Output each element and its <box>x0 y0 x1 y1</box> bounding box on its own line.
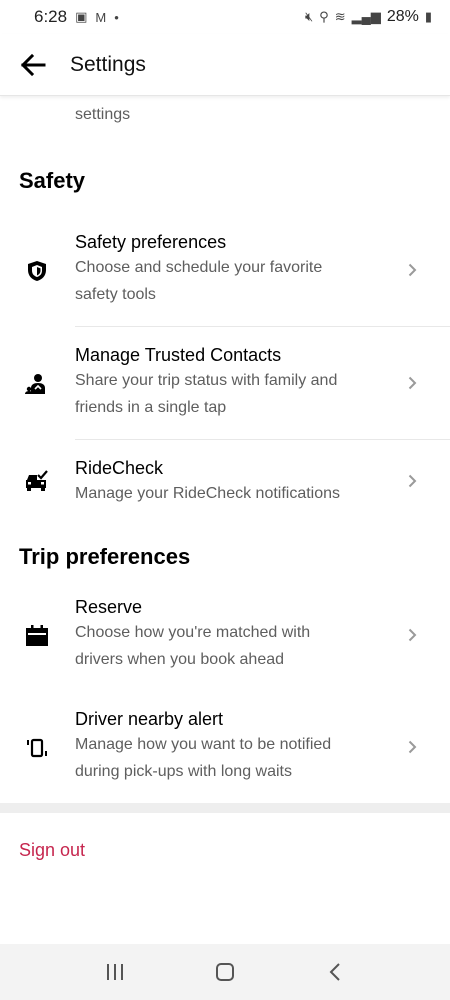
row-title: Reserve <box>75 597 143 617</box>
row-description: safety tools <box>75 286 156 303</box>
home-button[interactable] <box>205 952 245 992</box>
row-title: Driver nearby alert <box>75 709 224 729</box>
row-description: Choose how you're matched with <box>75 624 311 641</box>
gallery-notification-icon: ▣ <box>75 9 88 24</box>
chevron-right-icon <box>406 375 418 391</box>
battery-icon: ▮ <box>424 9 432 24</box>
signal-icon: ▂▄▆ <box>351 9 381 24</box>
chevron-right-icon <box>406 262 418 278</box>
row-description: drivers when you book ahead <box>75 651 285 668</box>
location-icon: ⚲ <box>319 9 329 24</box>
contacts-icon <box>24 371 50 397</box>
row-divider <box>75 439 450 440</box>
back-arrow-icon <box>20 53 46 76</box>
row-description: Manage your RideCheck notifications <box>75 485 341 502</box>
page-title: Settings <box>70 52 146 76</box>
row-ridecheck[interactable]: RideCheck Manage your RideCheck notifica… <box>0 456 450 516</box>
home-icon <box>216 963 234 981</box>
row-description: Choose and schedule your favorite <box>75 259 323 276</box>
status-time: 6:28 <box>34 7 68 26</box>
phone-alert-icon <box>24 735 50 761</box>
chevron-right-icon <box>406 473 418 489</box>
battery-percent: 28% <box>386 8 419 25</box>
back-nav-button[interactable] <box>315 952 355 992</box>
row-description: during pick-ups with long waits <box>75 763 292 780</box>
row-driver-nearby-alert[interactable]: Driver nearby alert Manage how you want … <box>0 707 450 805</box>
row-description: friends in a single tap <box>75 399 227 416</box>
car-check-icon <box>24 468 50 494</box>
dot-notification-icon: • <box>114 9 119 25</box>
section-title-trip-preferences: Trip preferences <box>19 544 191 569</box>
row-manage-trusted-contacts[interactable]: Manage Trusted Contacts Share your trip … <box>0 343 450 441</box>
app-header: Settings <box>0 34 450 96</box>
gmail-notification-icon: M <box>95 9 107 25</box>
row-title: RideCheck <box>75 458 164 478</box>
row-divider <box>75 326 450 327</box>
row-reserve[interactable]: Reserve Choose how you're matched with d… <box>0 595 450 693</box>
section-title-safety: Safety <box>19 168 86 193</box>
mute-icon: 🔇︎ <box>304 9 314 24</box>
back-chevron-icon <box>329 963 340 981</box>
calendar-icon <box>24 623 50 649</box>
back-arrow-button[interactable] <box>18 50 48 80</box>
chevron-right-icon <box>406 739 418 755</box>
wifi-icon: ≋ <box>334 9 346 24</box>
section-divider <box>0 803 450 813</box>
row-title: Safety preferences <box>75 232 227 252</box>
system-nav-bar <box>0 944 450 1000</box>
recent-apps-button[interactable] <box>95 952 135 992</box>
shield-icon <box>24 258 50 284</box>
row-title: Manage Trusted Contacts <box>75 345 282 365</box>
row-safety-preferences[interactable]: Safety preferences Choose and schedule y… <box>0 230 450 328</box>
recent-apps-icon <box>107 964 123 980</box>
partial-settings-text: settings <box>75 106 131 123</box>
chevron-right-icon <box>406 627 418 643</box>
row-description: Share your trip status with family and <box>75 372 338 389</box>
status-bar: 6:28 ▣ M • 🔇︎ ⚲ ≋ ▂▄▆ 28% ▮ <box>0 0 450 34</box>
sign-out-button[interactable]: Sign out <box>19 840 85 861</box>
row-description: Manage how you want to be notified <box>75 736 332 753</box>
